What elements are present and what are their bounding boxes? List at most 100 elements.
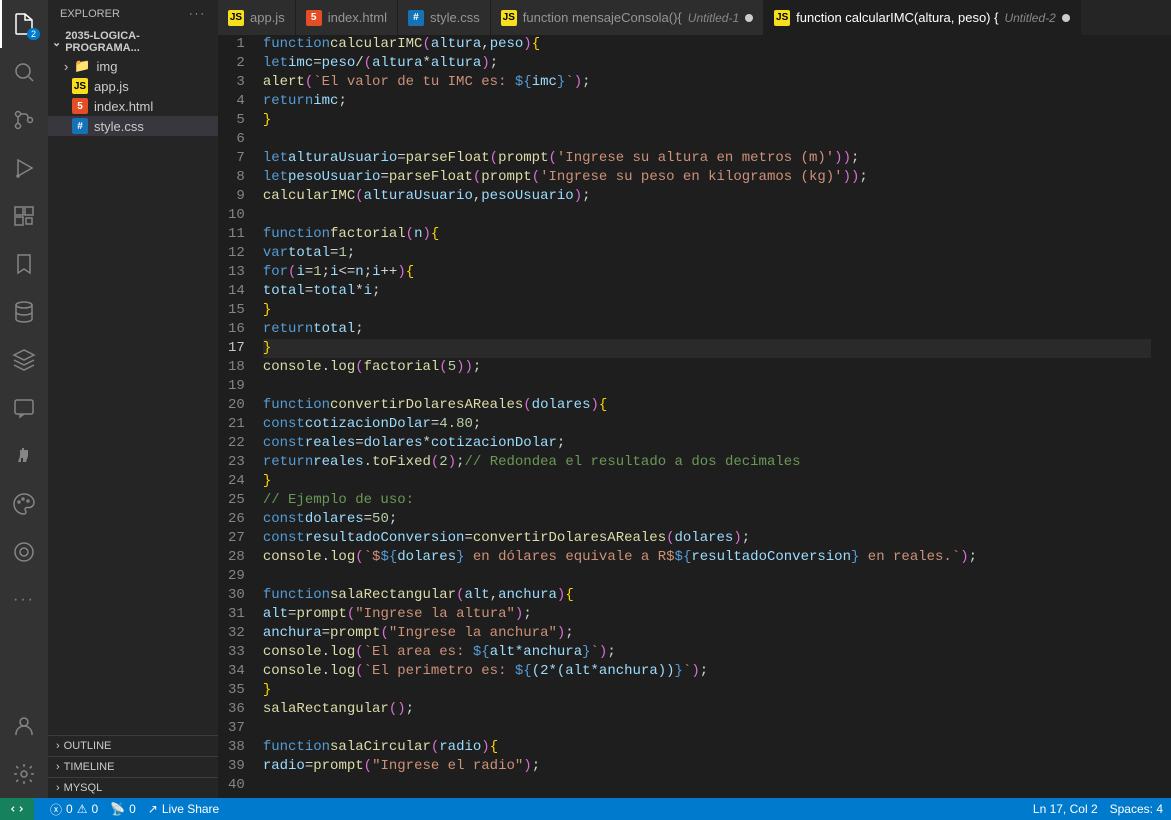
code-line[interactable]: function convertirDolaresAReales(dolares… xyxy=(263,396,1151,415)
code-line[interactable] xyxy=(263,130,1151,149)
code-line[interactable]: const resultadoConversion = convertirDol… xyxy=(263,529,1151,548)
section-mysql[interactable]: ›MYSQL xyxy=(48,777,218,798)
code-line[interactable]: for (i=1; i<=n; i++) { xyxy=(263,263,1151,282)
file-label: style.css xyxy=(94,119,144,134)
tab[interactable]: JSapp.js xyxy=(218,0,296,35)
code-line[interactable]: function salaRectangular(alt,anchura) { xyxy=(263,586,1151,605)
settings-icon[interactable] xyxy=(0,750,48,798)
code-line[interactable] xyxy=(263,567,1151,586)
database-icon[interactable] xyxy=(0,288,48,336)
code-line[interactable]: function calcularIMC(altura, peso) { xyxy=(263,35,1151,54)
code-line[interactable]: const cotizacionDolar = 4.80; xyxy=(263,415,1151,434)
status-problems[interactable]: ⓧ0 ⚠0 xyxy=(50,801,98,818)
status-live-share[interactable]: ↗Live Share xyxy=(148,802,219,816)
file-label: app.js xyxy=(94,79,129,94)
code-line[interactable]: const reales = dolares * cotizacionDolar… xyxy=(263,434,1151,453)
file-item-app-js[interactable]: JSapp.js xyxy=(48,76,218,96)
run-debug-icon[interactable] xyxy=(0,144,48,192)
code-line[interactable]: function salaCircular(radio) { xyxy=(263,738,1151,757)
code-line[interactable]: const dolares = 50; xyxy=(263,510,1151,529)
tab[interactable]: #style.css xyxy=(398,0,491,35)
code-line[interactable] xyxy=(263,377,1151,396)
code-line[interactable]: return imc; xyxy=(263,92,1151,111)
sidebar-more-icon[interactable]: ··· xyxy=(189,8,206,20)
code-line[interactable]: var total = 1; xyxy=(263,244,1151,263)
tab[interactable]: JSfunction calcularIMC(altura, peso) { U… xyxy=(764,0,1081,35)
line-number: 16 xyxy=(228,320,245,339)
code-line[interactable]: let pesoUsuario = parseFloat(prompt('Ing… xyxy=(263,168,1151,187)
chevron-down-icon: ⌄ xyxy=(52,36,61,49)
code-line[interactable]: anchura = prompt("Ingrese la anchura"); xyxy=(263,624,1151,643)
line-number: 15 xyxy=(228,301,245,320)
section-outline[interactable]: ›OUTLINE xyxy=(48,735,218,756)
code-line[interactable]: return total; xyxy=(263,320,1151,339)
code-line[interactable]: return reales.toFixed(2); // Redondea el… xyxy=(263,453,1151,472)
status-ports[interactable]: 📡0 xyxy=(110,802,136,816)
more-icon[interactable]: ··· xyxy=(0,576,48,624)
source-control-icon[interactable] xyxy=(0,96,48,144)
status-bar: ⓧ0 ⚠0 📡0 ↗Live Share Ln 17, Col 2 Spaces… xyxy=(0,798,1171,820)
chat-icon[interactable] xyxy=(0,384,48,432)
code-line[interactable]: total = total * i; xyxy=(263,282,1151,301)
code-line[interactable]: } xyxy=(263,111,1151,130)
explorer-icon[interactable]: 2 xyxy=(0,0,48,48)
line-number: 40 xyxy=(228,776,245,795)
palette-icon[interactable] xyxy=(0,480,48,528)
line-number: 18 xyxy=(228,358,245,377)
activity-bar: 2 ··· xyxy=(0,0,48,798)
remote-button[interactable] xyxy=(0,798,34,820)
explorer-badge: 2 xyxy=(27,28,40,40)
line-number: 3 xyxy=(228,73,245,92)
bookmark-icon[interactable] xyxy=(0,240,48,288)
line-number: 29 xyxy=(228,567,245,586)
line-number: 32 xyxy=(228,624,245,643)
file-item-style-css[interactable]: #style.css xyxy=(48,116,218,136)
file-item-img[interactable]: ›📁img xyxy=(48,56,218,76)
code-line[interactable]: console.log(factorial(5)); xyxy=(263,358,1151,377)
tab[interactable]: 5index.html xyxy=(296,0,398,35)
line-number: 1 xyxy=(228,35,245,54)
extensions-icon[interactable] xyxy=(0,192,48,240)
code-line[interactable]: salaRectangular(); xyxy=(263,700,1151,719)
search-icon[interactable] xyxy=(0,48,48,96)
code-line[interactable] xyxy=(263,719,1151,738)
status-cursor[interactable]: Ln 17, Col 2 xyxy=(1033,802,1098,816)
target-icon[interactable] xyxy=(0,528,48,576)
code-line[interactable] xyxy=(263,206,1151,225)
chevron-right-icon: › xyxy=(64,59,68,74)
file-item-index-html[interactable]: 5index.html xyxy=(48,96,218,116)
dino-icon[interactable] xyxy=(0,432,48,480)
code-line[interactable]: alert(`El valor de tu IMC es: ${imc}`); xyxy=(263,73,1151,92)
code-editor[interactable]: 1234567891011121314151617181920212223242… xyxy=(218,35,1171,798)
code-line[interactable]: radio = prompt("Ingrese el radio"); xyxy=(263,757,1151,776)
tab-label: function mensajeConsola(){ xyxy=(523,10,682,25)
tab-label: style.css xyxy=(430,10,480,25)
line-number: 4 xyxy=(228,92,245,111)
code-line[interactable]: function factorial (n) { xyxy=(263,225,1151,244)
code-line[interactable]: } xyxy=(263,301,1151,320)
code-line[interactable]: alt = prompt("Ingrese la altura"); xyxy=(263,605,1151,624)
tab-label: app.js xyxy=(250,10,285,25)
layers-icon[interactable] xyxy=(0,336,48,384)
line-number: 26 xyxy=(228,510,245,529)
live-share-icon: ↗ xyxy=(148,802,158,816)
line-number: 2 xyxy=(228,54,245,73)
status-spaces[interactable]: Spaces: 4 xyxy=(1110,802,1163,816)
folder-root[interactable]: ⌄ 2035-LOGICA-PROGRAMA... xyxy=(48,28,218,56)
code-line[interactable]: console.log(`El area es: ${alt*anchura}`… xyxy=(263,643,1151,662)
code-line[interactable]: } xyxy=(263,472,1151,491)
account-icon[interactable] xyxy=(0,702,48,750)
line-number: 25 xyxy=(228,491,245,510)
tab[interactable]: JSfunction mensajeConsola(){ Untitled-1 xyxy=(491,0,764,35)
code-line[interactable]: } xyxy=(263,339,1151,358)
code-line[interactable]: console.log(`El perimetro es: ${(2*(alt*… xyxy=(263,662,1151,681)
code-line[interactable]: // Ejemplo de uso: xyxy=(263,491,1151,510)
code-line[interactable]: calcularIMC(alturaUsuario, pesoUsuario); xyxy=(263,187,1151,206)
code-line[interactable]: console.log(`$${dolares} en dólares equi… xyxy=(263,548,1151,567)
code-line[interactable]: } xyxy=(263,681,1151,700)
html-icon: 5 xyxy=(72,98,88,114)
code-line[interactable]: let imc = peso / (altura * altura); xyxy=(263,54,1151,73)
code-line[interactable]: let alturaUsuario = parseFloat(prompt('I… xyxy=(263,149,1151,168)
tab-label: function calcularIMC(altura, peso) { xyxy=(796,10,998,25)
section-timeline[interactable]: ›TIMELINE xyxy=(48,756,218,777)
